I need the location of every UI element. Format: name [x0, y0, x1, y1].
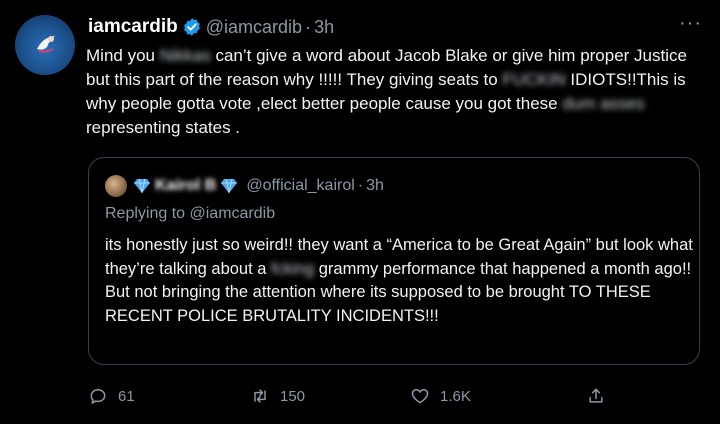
tweet-header: iamcardib @iamcardib · 3h ···: [88, 12, 702, 40]
quoted-display-name[interactable]: Kairol B: [155, 177, 216, 195]
quoted-avatar[interactable]: [105, 175, 127, 197]
heart-icon: [411, 389, 429, 404]
like-button[interactable]: 1.6K: [410, 384, 471, 408]
avatar[interactable]: [15, 15, 75, 75]
tweet-text-segment: Mind you: [86, 46, 160, 65]
censored-word: fcking: [271, 259, 315, 278]
tweet[interactable]: iamcardib @iamcardib · 3h ··· Mind you N…: [0, 0, 720, 424]
share-button[interactable]: [586, 384, 616, 408]
share-icon: [589, 388, 603, 403]
reply-count: 61: [118, 387, 135, 405]
tweet-text-segment: representing states .: [86, 118, 241, 137]
diamond-emoji-icon: [134, 178, 150, 194]
censored-word: Nikkas: [159, 46, 211, 65]
replying-to[interactable]: Replying to @iamcardib: [105, 205, 275, 223]
censored-word: dum asses: [562, 94, 645, 113]
quoted-timestamp[interactable]: 3h: [366, 177, 384, 195]
handle[interactable]: @iamcardib: [206, 17, 302, 38]
quoted-tweet-text: its honestly just so weird!! they want a…: [105, 234, 695, 328]
tweet-actions: 61 150 1.6K: [88, 384, 608, 408]
like-count: 1.6K: [440, 387, 471, 405]
censored-word: FUCKIN: [502, 70, 566, 89]
timestamp[interactable]: 3h: [314, 17, 334, 38]
reply-icon: [90, 389, 106, 404]
reply-button[interactable]: 61: [88, 384, 135, 408]
diamond-emoji-icon: [221, 178, 238, 194]
more-icon[interactable]: ···: [679, 12, 702, 35]
quoted-handle[interactable]: @official_kairol: [246, 177, 354, 195]
verified-badge-icon: [183, 18, 200, 36]
display-name[interactable]: iamcardib: [88, 16, 178, 38]
tweet-text: Mind you Nikkas can’t give a word about …: [86, 44, 702, 140]
separator-dot: ·: [305, 16, 312, 37]
retweet-button[interactable]: 150: [250, 384, 305, 408]
retweet-icon: [254, 389, 266, 403]
avatar-figure-icon: [37, 36, 55, 53]
quoted-tweet-header: Kairol B @official_kairol · 3h: [105, 174, 384, 198]
retweet-count: 150: [280, 387, 306, 405]
separator-dot: ·: [357, 177, 364, 194]
quoted-tweet[interactable]: Kairol B @official_kairol · 3h Replying …: [88, 157, 700, 365]
